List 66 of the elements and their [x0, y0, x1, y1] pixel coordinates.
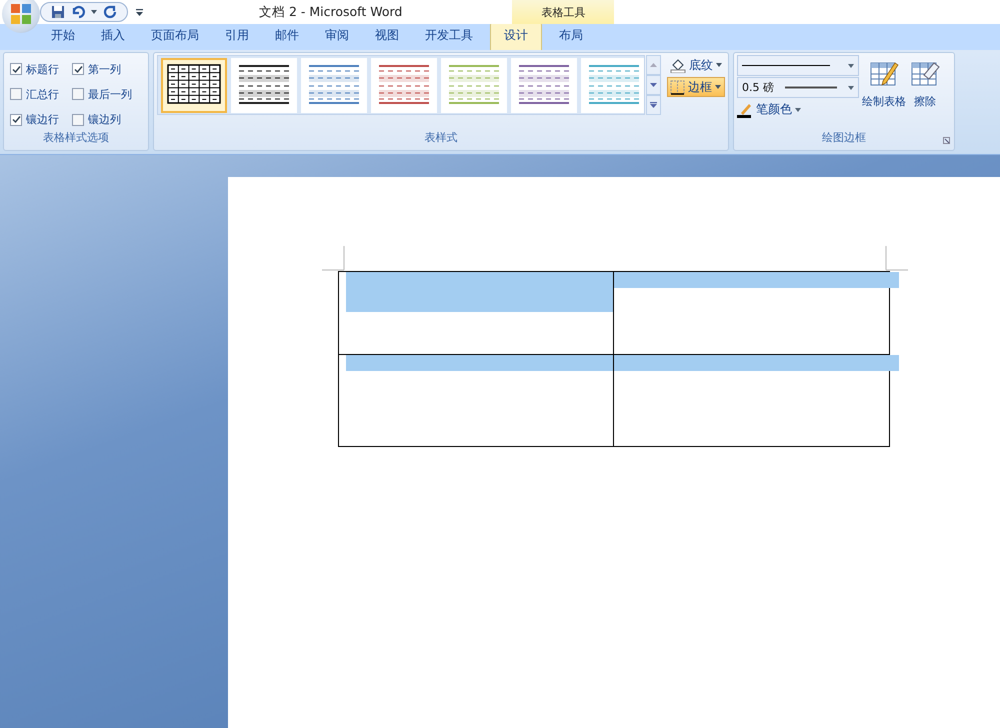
- checkbox[interactable]: [10, 114, 22, 126]
- shading-button[interactable]: 底纹: [667, 55, 725, 75]
- checkbox-label: 镶边列: [88, 112, 121, 128]
- undo-icon[interactable]: [71, 5, 85, 19]
- customize-arrow-icon[interactable]: [136, 8, 143, 16]
- ribbon-tab[interactable]: 审阅: [312, 23, 362, 50]
- expand-arrow-icon: [650, 102, 657, 108]
- checkbox-label: 第一列: [88, 62, 121, 77]
- redo-icon[interactable]: [103, 5, 117, 19]
- scroll-down-button[interactable]: [646, 75, 661, 95]
- eraser-button[interactable]: 擦除: [909, 55, 941, 113]
- group-label: 绘图边框: [822, 130, 866, 145]
- paint-bucket-icon: [670, 57, 686, 73]
- table-style-thumbnail[interactable]: [371, 58, 437, 112]
- ribbon-tab[interactable]: 引用: [212, 23, 262, 50]
- dropdown-arrow-icon[interactable]: [91, 10, 97, 14]
- line-weight-dropdown[interactable]: 0.5 磅: [737, 77, 859, 98]
- group-label: 表样式: [424, 130, 458, 146]
- save-icon[interactable]: [51, 5, 65, 19]
- line-sample-icon: [742, 64, 830, 67]
- dropdown-arrow-icon: [848, 86, 854, 90]
- checkbox[interactable]: [72, 114, 84, 126]
- up-arrow-icon: [650, 63, 657, 67]
- borders-button[interactable]: 边框: [667, 77, 725, 97]
- borders-icon: [670, 80, 685, 94]
- margin-mark: [322, 246, 346, 271]
- more-button[interactable]: [646, 95, 661, 115]
- dialog-launcher-icon[interactable]: [943, 137, 950, 144]
- checkbox-label: 镶边行: [26, 112, 59, 128]
- ribbon-tab[interactable]: 页面布局: [138, 23, 212, 50]
- dropdown-arrow-icon: [715, 85, 721, 89]
- table-style-thumbnail[interactable]: [581, 58, 644, 112]
- table-style-thumbnail[interactable]: [231, 58, 297, 112]
- checkbox[interactable]: [10, 88, 22, 100]
- table-style-thumbnail[interactable]: [301, 58, 367, 112]
- margin-mark: [884, 246, 908, 271]
- dropdown-arrow-icon: [795, 108, 801, 112]
- table-style-thumbnail[interactable]: [161, 58, 227, 112]
- table-style-thumbnail[interactable]: [511, 58, 577, 112]
- pen-color-button[interactable]: 笔颜色: [737, 99, 859, 120]
- checkbox-label: 标题行: [26, 62, 59, 77]
- checkbox[interactable]: [72, 88, 84, 100]
- ribbon-tab[interactable]: 视图: [362, 23, 412, 50]
- line-sample-icon: [785, 86, 837, 89]
- checkbox[interactable]: [72, 63, 84, 76]
- dropdown-arrow-icon: [716, 63, 722, 67]
- office-button[interactable]: [2, 0, 40, 33]
- office-logo-icon: [8, 1, 34, 27]
- pen-icon: [737, 102, 753, 118]
- window-title: 文档 2 - Microsoft Word: [259, 4, 402, 20]
- line-style-dropdown[interactable]: [737, 55, 859, 76]
- checkbox-label: 最后一列: [88, 86, 132, 102]
- group-label: 表格样式选项: [42, 130, 110, 146]
- context-tab-header: 表格工具: [512, 0, 614, 24]
- ribbon-tab[interactable]: 插入: [88, 23, 138, 50]
- ribbon-tab[interactable]: 设计: [490, 22, 542, 50]
- ribbon-tab[interactable]: 邮件: [262, 23, 312, 50]
- draw-table-button[interactable]: 绘制表格: [861, 55, 907, 113]
- checkbox-label: 汇总行: [26, 86, 59, 102]
- checkbox[interactable]: [10, 63, 22, 76]
- ribbon-tab[interactable]: 开发工具: [412, 23, 486, 50]
- table-style-thumbnail[interactable]: [441, 58, 507, 112]
- dropdown-arrow-icon: [848, 64, 854, 68]
- ribbon-tab[interactable]: 开始: [38, 23, 88, 50]
- down-arrow-icon: [650, 83, 657, 87]
- ribbon-tab[interactable]: 布局: [546, 23, 596, 50]
